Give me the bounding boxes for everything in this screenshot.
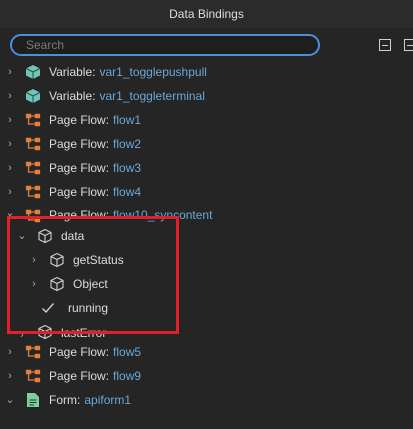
tree-item-kind: Form: bbox=[49, 393, 81, 407]
tree-item-kind: Variable: bbox=[49, 65, 96, 79]
tree-item-page-flow[interactable]: › Page Flow: flow2 bbox=[0, 132, 413, 156]
tree-item-object[interactable]: › Object bbox=[0, 272, 413, 296]
expand-all-button[interactable] bbox=[404, 39, 413, 51]
tree-item-kind: Page Flow: bbox=[49, 137, 110, 151]
tree-item-name: flow4 bbox=[113, 185, 142, 199]
chevron-right-icon[interactable]: › bbox=[5, 91, 15, 102]
tree-item-name: flow5 bbox=[113, 345, 142, 359]
binding-tree: › Variable: var1_togglepushpull › Variab… bbox=[0, 60, 413, 412]
object-icon bbox=[37, 324, 53, 340]
object-icon bbox=[49, 252, 65, 268]
tree-item-label: Object bbox=[73, 277, 108, 291]
tree-item-page-flow[interactable]: › Page Flow: flow9 bbox=[0, 364, 413, 388]
flow-icon bbox=[25, 344, 41, 360]
collapse-all-button[interactable] bbox=[379, 39, 391, 51]
chevron-right-icon[interactable]: › bbox=[29, 255, 39, 266]
tree-item-name: var1_toggleterminal bbox=[99, 89, 205, 103]
tree-item-name: flow1 bbox=[113, 113, 142, 127]
chevron-right-icon[interactable]: › bbox=[5, 187, 15, 198]
tree-item-getstatus[interactable]: › getStatus bbox=[0, 248, 413, 272]
flow-icon bbox=[25, 112, 41, 128]
flow-icon bbox=[25, 184, 41, 200]
object-icon bbox=[37, 228, 53, 244]
flow-icon bbox=[25, 136, 41, 152]
tree-item-page-flow[interactable]: › Page Flow: flow3 bbox=[0, 156, 413, 180]
tree-item-form[interactable]: ⌄ Form: apiform1 bbox=[0, 388, 413, 412]
chevron-down-icon[interactable]: ⌄ bbox=[5, 208, 15, 219]
tree-item-page-flow[interactable]: › Page Flow: flow5 bbox=[0, 340, 413, 364]
tree-item-name: apiform1 bbox=[84, 393, 132, 407]
tree-item-name: flow9 bbox=[113, 369, 142, 383]
tree-item-page-flow[interactable]: › Page Flow: flow4 bbox=[0, 180, 413, 204]
object-icon bbox=[49, 276, 65, 292]
tree-item-kind: Page Flow: bbox=[49, 208, 110, 222]
tree-item-name: flow2 bbox=[113, 137, 142, 151]
tree-item-kind: Page Flow: bbox=[49, 369, 110, 383]
chevron-right-icon[interactable]: › bbox=[5, 139, 15, 150]
tree-item-variable[interactable]: › Variable: var1_togglepushpull bbox=[0, 60, 413, 84]
cube-icon bbox=[25, 88, 41, 104]
tree-item-kind: Page Flow: bbox=[49, 161, 110, 175]
chevron-right-icon[interactable]: › bbox=[5, 371, 15, 382]
flow-icon bbox=[25, 208, 41, 224]
tree-item-label: getStatus bbox=[73, 253, 124, 267]
tree-item-label: lastError bbox=[61, 326, 107, 340]
chevron-right-icon[interactable]: › bbox=[5, 163, 15, 174]
tree-item-kind: Page Flow: bbox=[49, 345, 110, 359]
tree-item-name: var1_togglepushpull bbox=[99, 65, 207, 79]
cube-icon bbox=[25, 64, 41, 80]
check-icon bbox=[40, 300, 56, 316]
search-box[interactable] bbox=[10, 34, 320, 56]
chevron-right-icon[interactable]: › bbox=[5, 115, 15, 126]
tree-item-name: flow3 bbox=[113, 161, 142, 175]
tree-item-data[interactable]: ⌄ data bbox=[0, 224, 413, 248]
flow-icon bbox=[25, 368, 41, 384]
form-icon bbox=[25, 392, 41, 408]
chevron-right-icon[interactable]: › bbox=[17, 330, 27, 341]
panel-title-bar: Data Bindings bbox=[0, 0, 413, 28]
chevron-down-icon[interactable]: ⌄ bbox=[17, 231, 27, 242]
panel-title: Data Bindings bbox=[169, 7, 244, 21]
flow-icon bbox=[25, 160, 41, 176]
tree-item-kind: Page Flow: bbox=[49, 113, 110, 127]
chevron-right-icon[interactable]: › bbox=[29, 279, 39, 290]
tree-item-page-flow[interactable]: › Page Flow: flow1 bbox=[0, 108, 413, 132]
tree-item-label: running bbox=[68, 301, 109, 315]
tree-item-lasterror[interactable]: › lastError bbox=[0, 320, 413, 340]
tree-item-kind: Variable: bbox=[49, 89, 96, 103]
tree-item-kind: Page Flow: bbox=[49, 185, 110, 199]
chevron-down-icon[interactable]: ⌄ bbox=[5, 395, 15, 406]
tree-item-name: flow10_syncontent bbox=[113, 208, 213, 222]
search-input[interactable] bbox=[12, 36, 318, 54]
chevron-right-icon[interactable]: › bbox=[5, 347, 15, 358]
tree-item-label: data bbox=[61, 229, 85, 243]
chevron-right-icon[interactable]: › bbox=[5, 67, 15, 78]
tree-item-running[interactable]: running bbox=[0, 296, 413, 320]
tree-item-variable[interactable]: › Variable: var1_toggleterminal bbox=[0, 84, 413, 108]
tree-item-page-flow[interactable]: ⌄ Page Flow: flow10_syncontent bbox=[0, 204, 413, 224]
